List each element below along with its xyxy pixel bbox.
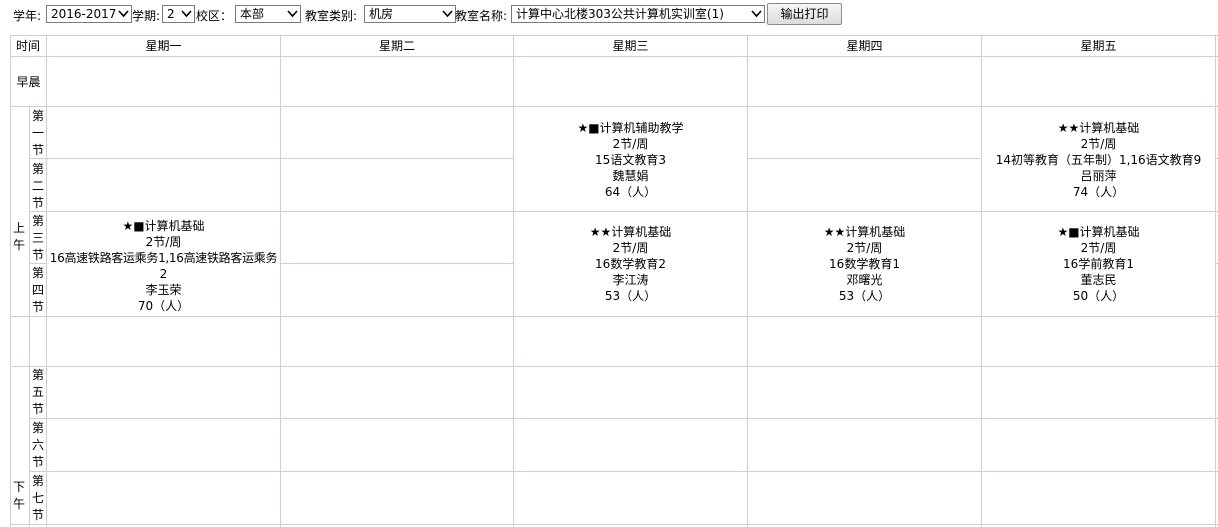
chevron-down-icon <box>749 6 764 22</box>
course-count: 50（人） <box>1072 289 1125 303</box>
course-class: 14初等教育（五年制）1,16语文教育9 <box>995 153 1202 167</box>
room-name-select-value: 计算中心北楼303公共计算机实训室(1) <box>516 7 724 21</box>
course-class: 16高速铁路客运乘务1,16高速铁路客运乘务 <box>49 251 278 265</box>
course-count: 64（人） <box>604 185 657 199</box>
day-header-mon: 星期一 <box>145 39 182 53</box>
course-title: ★★计算机基础 <box>823 225 906 239</box>
course-teacher: 李江涛 <box>612 273 649 287</box>
course-count: 70（人） <box>137 299 190 313</box>
year-select-value: 2016-2017 <box>51 7 117 21</box>
campus-select-value: 本部 <box>240 7 265 21</box>
day-header-fri: 星期五 <box>1080 39 1117 53</box>
chevron-down-icon <box>179 6 194 22</box>
course-teacher: 李玉荣 <box>145 283 182 297</box>
course-teacher: 吕丽萍 <box>1080 169 1117 183</box>
period-4-label: 第四节 <box>31 266 44 314</box>
time-header: 时间 <box>15 39 40 53</box>
room-name-select[interactable]: 计算中心北楼303公共计算机实训室(1) <box>511 5 765 23</box>
chevron-down-icon <box>116 6 131 22</box>
course-wed-period-1-2[interactable]: ★■计算机辅助教学 2节/周 15语文教育3 魏慧娟 64（人） <box>514 120 747 200</box>
period-6-label: 第六节 <box>31 421 44 469</box>
period-2-label: 第二节 <box>31 162 44 210</box>
period-7-label: 第七节 <box>31 474 44 522</box>
course-fri-period-3-4[interactable]: ★■计算机基础 2节/周 16学前教育1 董志民 50（人） <box>982 224 1215 304</box>
term-select-value: 2 <box>167 7 175 21</box>
course-class-continued: 2 <box>159 267 168 281</box>
course-class: 16数学教育1 <box>829 257 900 271</box>
campus-select[interactable]: 本部 <box>235 5 301 23</box>
course-title: ★★计算机基础 <box>589 225 672 239</box>
course-hours: 2节/周 <box>612 241 649 255</box>
course-title: ★★计算机基础 <box>1057 121 1140 135</box>
room-type-label: 教室类别: <box>305 9 358 23</box>
course-teacher: 董志民 <box>1080 273 1117 287</box>
course-class: 15语文教育3 <box>595 153 666 167</box>
course-hours: 2节/周 <box>1080 137 1117 151</box>
term-label: 学期: <box>132 9 161 23</box>
chevron-down-icon <box>440 6 455 22</box>
course-class: 16学前教育1 <box>1063 257 1134 271</box>
day-header-wed: 星期三 <box>612 39 649 53</box>
room-name-label: 教室名称: <box>455 9 508 23</box>
day-header-thu: 星期四 <box>846 39 883 53</box>
course-title: ★■计算机基础 <box>1057 225 1140 239</box>
chevron-down-icon <box>285 6 300 22</box>
course-count: 53（人） <box>838 289 891 303</box>
filter-toolbar: 学年: 2016-2017 学期: 2 校区： 本部 教室类别: 机房 教室名称… <box>0 0 1218 30</box>
room-type-select-value: 机房 <box>369 7 394 21</box>
campus-label: 校区： <box>196 9 233 23</box>
room-type-select[interactable]: 机房 <box>364 5 456 23</box>
day-header-tue: 星期二 <box>378 39 415 53</box>
morning-label: 上午 <box>12 221 25 252</box>
period-3-label: 第三节 <box>31 214 44 262</box>
period-5-label: 第五节 <box>31 368 44 416</box>
year-select[interactable]: 2016-2017 <box>46 5 132 23</box>
course-thu-period-3-4[interactable]: ★★计算机基础 2节/周 16数学教育1 邓曙光 53（人） <box>748 224 981 304</box>
early-morning-label: 早晨 <box>16 75 41 89</box>
course-wed-period-3-4[interactable]: ★★计算机基础 2节/周 16数学教育2 李江涛 53（人） <box>514 224 747 304</box>
afternoon-label: 下午 <box>12 480 25 511</box>
course-title: ★■计算机辅助教学 <box>577 121 684 135</box>
course-class: 16数学教育2 <box>595 257 666 271</box>
course-hours: 2节/周 <box>846 241 883 255</box>
course-count: 74（人） <box>1072 185 1125 199</box>
course-hours: 2节/周 <box>145 235 182 249</box>
course-mon-period-3-4[interactable]: ★■计算机基础 2节/周 16高速铁路客运乘务1,16高速铁路客运乘务 2 李玉… <box>47 218 280 314</box>
year-label: 学年: <box>13 9 42 23</box>
course-teacher: 邓曙光 <box>846 273 883 287</box>
print-button[interactable]: 输出打印 <box>767 3 842 25</box>
period-1-label: 第一节 <box>31 109 44 157</box>
course-fri-period-1-2[interactable]: ★★计算机基础 2节/周 14初等教育（五年制）1,16语文教育9 吕丽萍 74… <box>982 120 1215 200</box>
course-hours: 2节/周 <box>1080 241 1117 255</box>
course-hours: 2节/周 <box>612 137 649 151</box>
course-title: ★■计算机基础 <box>122 219 205 233</box>
course-count: 53（人） <box>604 289 657 303</box>
course-teacher: 魏慧娟 <box>612 169 649 183</box>
term-select[interactable]: 2 <box>162 5 195 23</box>
